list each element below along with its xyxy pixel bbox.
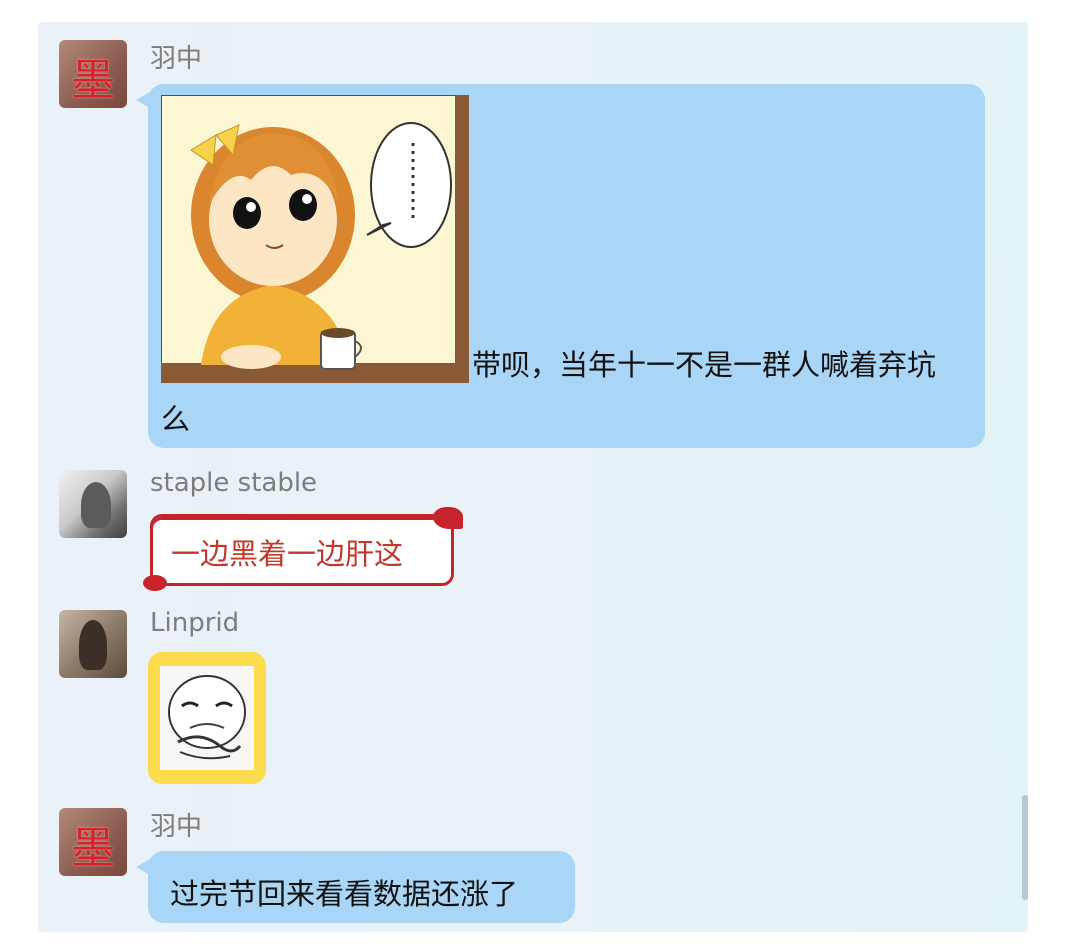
message-text: 带呗，当年十一不是一群人喊着弃坑 <box>472 348 937 382</box>
avatar-figure <box>81 482 111 528</box>
sender-name: 羽中 <box>150 44 203 74</box>
avatar-figure <box>79 620 107 670</box>
meme-sticker[interactable] <box>160 666 254 770</box>
avatar-linprid[interactable] <box>59 610 127 678</box>
sender-name: Linprid <box>150 608 240 638</box>
santa-hat-decoration <box>433 507 463 529</box>
message-bubble[interactable]: 过完节回来看看数据还涨了 <box>136 851 575 923</box>
ribbon-decoration <box>143 575 167 591</box>
avatar-glyph: 墨 <box>71 823 115 874</box>
avatar-yuzhong[interactable]: 墨 <box>59 808 127 876</box>
sticker-bubble[interactable] <box>148 652 266 784</box>
sender-name: 羽中 <box>150 812 203 842</box>
message-text-continued: 么 <box>161 402 191 436</box>
chat-scrollbar[interactable] <box>1022 795 1028 900</box>
meme-face-icon <box>168 675 246 760</box>
avatar-glyph: 墨 <box>71 55 115 106</box>
message-text: 一边黑着一边肝这 <box>171 537 404 571</box>
christmas-message-bubble[interactable]: 一边黑着一边肝这 <box>143 507 463 591</box>
message-bubble[interactable]: 带呗，当年十一不是一群人喊着弃坑 么 <box>136 84 985 448</box>
comic-image[interactable] <box>161 95 469 383</box>
avatar-staple-stable[interactable] <box>59 470 127 538</box>
message-text: 过完节回来看看数据还涨了 <box>170 877 519 911</box>
avatar-yuzhong[interactable]: 墨 <box>59 40 127 108</box>
sender-name: staple stable <box>150 468 318 498</box>
